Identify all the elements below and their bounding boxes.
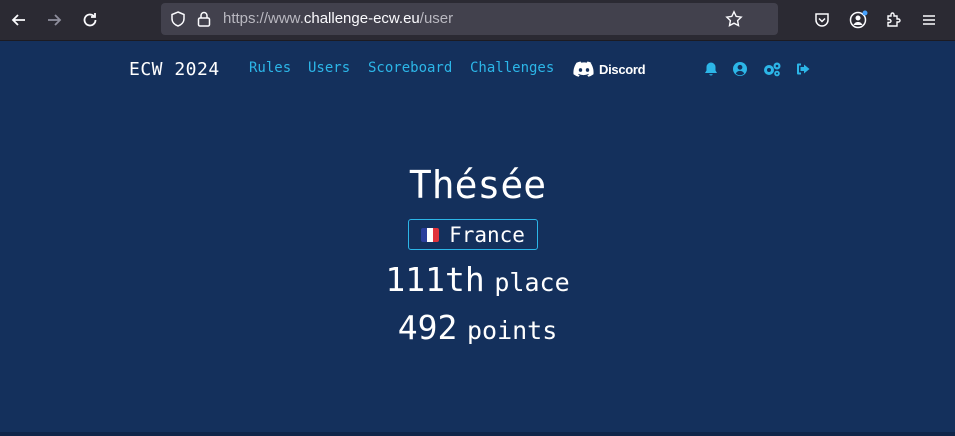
bell-icon[interactable]: [703, 61, 719, 77]
country-badge: France: [408, 219, 538, 250]
page-bottom-border: [0, 432, 955, 436]
url-path: /user: [419, 10, 454, 27]
account-button[interactable]: [844, 6, 872, 34]
sign-out-icon[interactable]: [795, 61, 811, 77]
pocket-icon: [815, 13, 829, 27]
points-value: 492: [397, 308, 458, 347]
url-prefix: https://www.: [223, 10, 304, 27]
nav-link-rules[interactable]: Rules: [249, 60, 291, 76]
nav-link-users[interactable]: Users: [308, 60, 350, 76]
rank-label: place: [494, 268, 570, 297]
reload-icon: [83, 13, 97, 27]
menu-button[interactable]: [915, 6, 943, 34]
country-name: France: [449, 222, 525, 247]
arrow-right-icon: [48, 14, 62, 26]
forward-button[interactable]: [40, 6, 68, 34]
browser-toolbar: https://www.challenge-ecw.eu/user: [0, 0, 955, 41]
points-stat: 492 points: [0, 308, 955, 347]
discord-label: Discord: [599, 61, 646, 77]
france-flag-icon: [421, 227, 440, 242]
discord-icon: [573, 61, 594, 77]
arrow-left-icon: [11, 14, 25, 26]
extensions-button[interactable]: [879, 6, 907, 34]
puzzle-icon: [887, 12, 901, 27]
user-circle-icon[interactable]: [732, 61, 748, 77]
username-heading: Thésée: [408, 163, 547, 207]
lock-icon[interactable]: [196, 10, 212, 28]
url-domain: challenge-ecw.eu: [303, 10, 420, 27]
site-navbar: ECW 2024 Rules Users Scoreboard Challeng…: [0, 41, 955, 96]
bookmark-star-icon[interactable]: [725, 10, 743, 28]
points-label: points: [466, 316, 558, 345]
site-brand[interactable]: ECW 2024: [129, 59, 220, 80]
hamburger-menu-icon: [923, 15, 935, 25]
reload-button[interactable]: [76, 6, 104, 34]
nav-link-scoreboard[interactable]: Scoreboard: [368, 60, 452, 76]
address-bar[interactable]: https://www.challenge-ecw.eu/user: [161, 3, 778, 35]
cogs-icon[interactable]: [762, 61, 782, 77]
back-button[interactable]: [5, 6, 33, 34]
rank-value: 111th: [385, 260, 485, 299]
pocket-button[interactable]: [808, 6, 836, 34]
url-text: https://www.challenge-ecw.eu/user: [223, 10, 453, 27]
rank-stat: 111th place: [0, 260, 955, 299]
shield-icon[interactable]: [169, 10, 187, 28]
nav-link-challenges[interactable]: Challenges: [470, 60, 554, 76]
discord-link[interactable]: Discord: [573, 61, 646, 77]
account-icon: [849, 10, 868, 29]
